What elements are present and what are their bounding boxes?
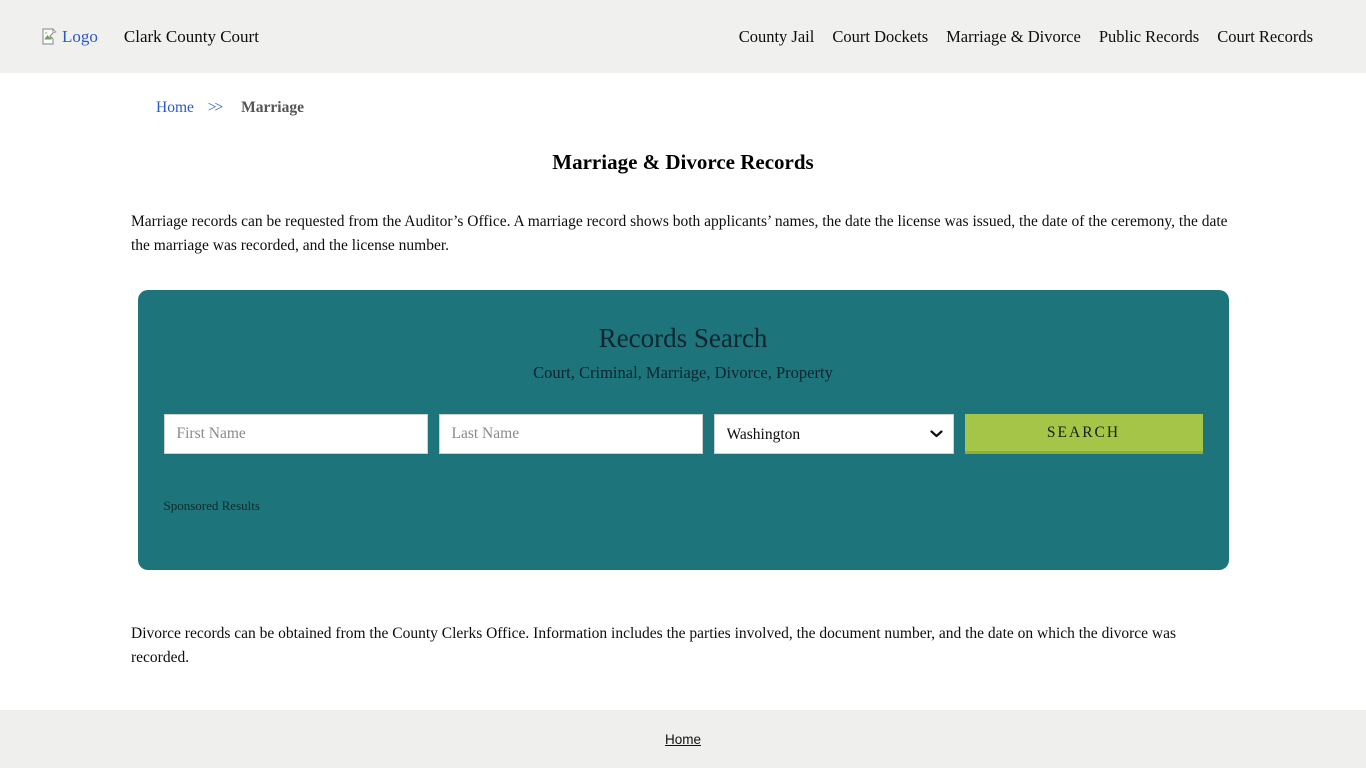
breadcrumb: Home >> Marriage	[0, 73, 1366, 117]
page-title: Marriage & Divorce Records	[0, 150, 1366, 175]
first-name-input[interactable]	[164, 414, 428, 454]
divorce-records-paragraph: Divorce records can be obtained from the…	[131, 622, 1235, 670]
breadcrumb-current: Marriage	[241, 99, 304, 116]
breadcrumb-separator: >>	[208, 99, 221, 116]
records-search-panel: Records Search Court, Criminal, Marriage…	[138, 290, 1229, 570]
main-nav: County Jail Court Dockets Marriage & Div…	[739, 27, 1313, 47]
site-title: Clark County Court	[124, 27, 259, 47]
search-form: Washington SEARCH	[164, 414, 1203, 454]
broken-image-icon	[40, 27, 58, 46]
site-logo[interactable]: Logo	[40, 27, 98, 47]
nav-county-jail[interactable]: County Jail	[739, 27, 815, 47]
sponsored-results-label: Sponsored Results	[164, 498, 1203, 514]
search-panel-title: Records Search	[164, 323, 1203, 354]
search-button[interactable]: SEARCH	[965, 414, 1203, 454]
breadcrumb-home-link[interactable]: Home	[156, 99, 194, 116]
footer-home-link[interactable]: Home	[665, 732, 701, 747]
header: Logo Clark County Court County Jail Cour…	[0, 0, 1366, 73]
last-name-input[interactable]	[439, 414, 703, 454]
nav-court-dockets[interactable]: Court Dockets	[832, 27, 928, 47]
nav-court-records[interactable]: Court Records	[1217, 27, 1313, 47]
nav-public-records[interactable]: Public Records	[1099, 27, 1199, 47]
main-content: Home >> Marriage Marriage & Divorce Reco…	[0, 73, 1366, 710]
state-select[interactable]: Washington	[715, 415, 953, 453]
search-panel-subtitle: Court, Criminal, Marriage, Divorce, Prop…	[164, 363, 1203, 383]
state-select-wrap: Washington	[714, 414, 954, 454]
marriage-records-paragraph: Marriage records can be requested from t…	[131, 210, 1235, 258]
nav-marriage-divorce[interactable]: Marriage & Divorce	[946, 27, 1081, 47]
footer: Home	[0, 710, 1366, 768]
logo-alt-text: Logo	[62, 27, 98, 47]
